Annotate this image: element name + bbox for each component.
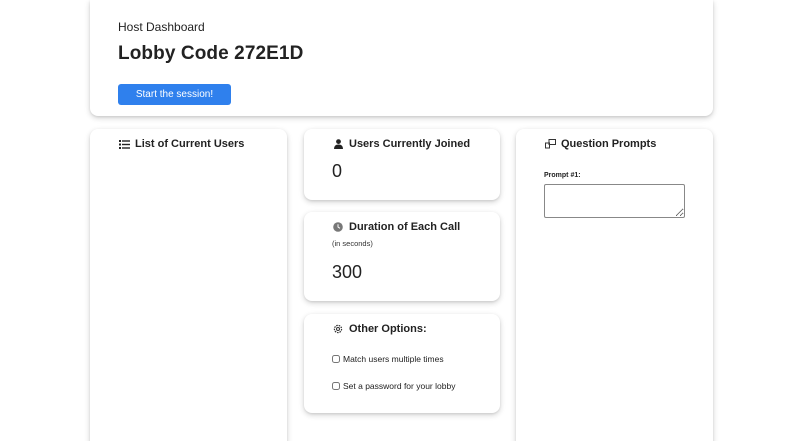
option-set-password[interactable]: Set a password for your lobby [332, 381, 455, 391]
users-joined-title-row: Users Currently Joined [332, 138, 470, 150]
prompt-1-label: Prompt #1: [544, 172, 581, 179]
question-prompts-icon [544, 138, 556, 150]
prompt-1-input[interactable] [544, 184, 685, 218]
users-joined-count: 0 [332, 161, 343, 181]
lobby-code-title: Lobby Code 272E1D [118, 43, 304, 64]
question-prompts-title: Question Prompts [561, 138, 657, 150]
users-joined-title: Users Currently Joined [349, 138, 471, 150]
call-duration-card: Duration of Each Call (in seconds) 300 [304, 212, 500, 301]
option-label: Match users multiple times [343, 354, 444, 364]
options-title-row: Other Options: [332, 323, 427, 335]
options-title: Other Options: [349, 323, 427, 335]
question-prompts-title-row: Question Prompts [544, 138, 656, 150]
option-label: Set a password for your lobby [343, 381, 456, 391]
other-options-card: Other Options: Match users multiple time… [304, 314, 500, 413]
duration-unit-note: (in seconds) [332, 239, 373, 248]
current-users-title: List of Current Users [135, 138, 245, 150]
set-password-checkbox[interactable] [332, 382, 340, 390]
question-prompts-panel: Question Prompts Prompt #1: [516, 129, 713, 441]
gear-icon [332, 323, 344, 335]
match-multiple-checkbox[interactable] [332, 355, 340, 363]
list-icon [118, 138, 130, 150]
host-dashboard-label: Host Dashboard [118, 20, 205, 34]
current-users-panel: List of Current Users [90, 129, 287, 441]
duration-title-row: Duration of Each Call [332, 221, 460, 233]
option-match-multiple[interactable]: Match users multiple times [332, 354, 444, 364]
user-icon [332, 138, 344, 150]
duration-value[interactable]: 300 [332, 262, 362, 283]
duration-title: Duration of Each Call [349, 221, 461, 233]
clock-icon [332, 221, 344, 233]
current-users-title-row: List of Current Users [118, 138, 244, 150]
start-session-button[interactable]: Start the session! [118, 84, 231, 105]
users-joined-card: Users Currently Joined 0 [304, 129, 500, 200]
header-card: Host Dashboard Lobby Code 272E1D Start t… [90, 0, 713, 116]
